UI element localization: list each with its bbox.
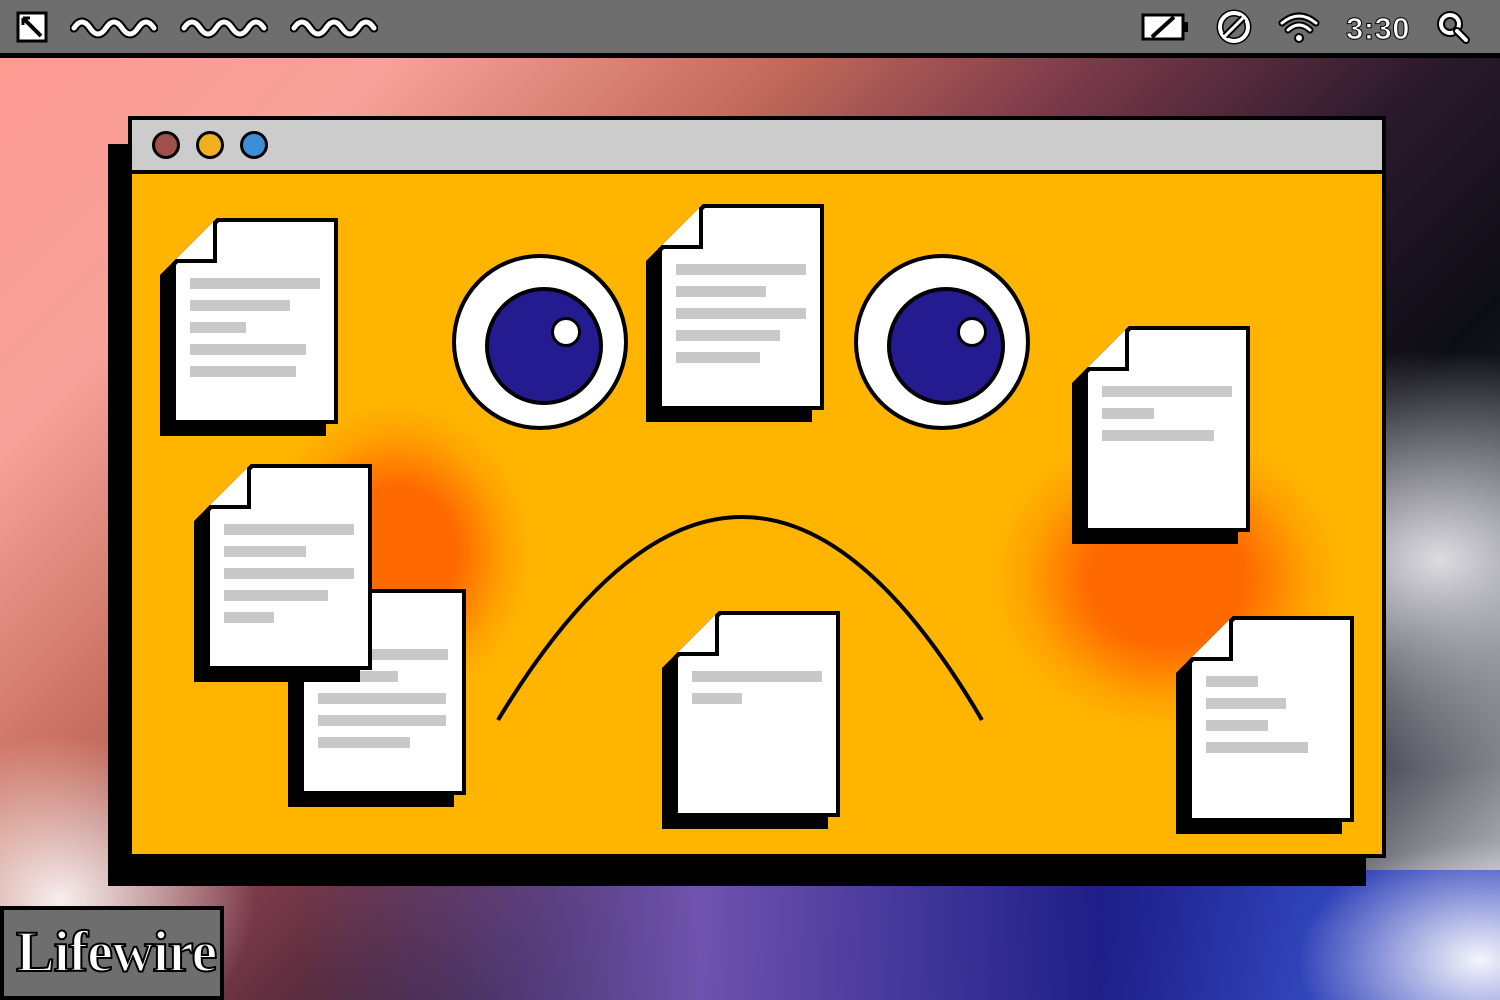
left-eye-glint (551, 317, 581, 347)
logo-text: Lifewire (15, 919, 218, 985)
browser-window[interactable] (128, 116, 1386, 858)
left-iris (485, 287, 603, 405)
document-file[interactable] (160, 218, 338, 436)
squiggle-icon[interactable] (289, 12, 379, 46)
menu-bar: 3:30 (0, 0, 1500, 58)
do-not-disturb-icon[interactable] (1216, 9, 1252, 49)
close-button[interactable] (152, 131, 180, 159)
squiggle-icon[interactable] (179, 12, 269, 46)
left-eye (452, 254, 628, 430)
minimize-button[interactable] (196, 131, 224, 159)
right-eye-glint (957, 317, 987, 347)
battery-icon[interactable] (1140, 11, 1190, 47)
right-eye (854, 254, 1030, 430)
squiggle-icon[interactable] (69, 12, 159, 46)
document-file[interactable] (1176, 616, 1354, 834)
clock[interactable]: 3:30 (1345, 11, 1410, 47)
document-file[interactable] (662, 611, 840, 829)
window-content (132, 174, 1382, 858)
document-file[interactable] (646, 204, 824, 422)
wifi-icon[interactable] (1278, 11, 1320, 47)
document-file[interactable] (194, 464, 372, 682)
right-iris (887, 287, 1005, 405)
lifewire-logo: Lifewire (0, 906, 224, 1000)
document-file[interactable] (1072, 326, 1250, 544)
maximize-button[interactable] (240, 131, 268, 159)
search-icon[interactable] (1436, 10, 1470, 48)
window-titlebar[interactable] (132, 120, 1382, 174)
app-icon[interactable] (16, 11, 48, 47)
